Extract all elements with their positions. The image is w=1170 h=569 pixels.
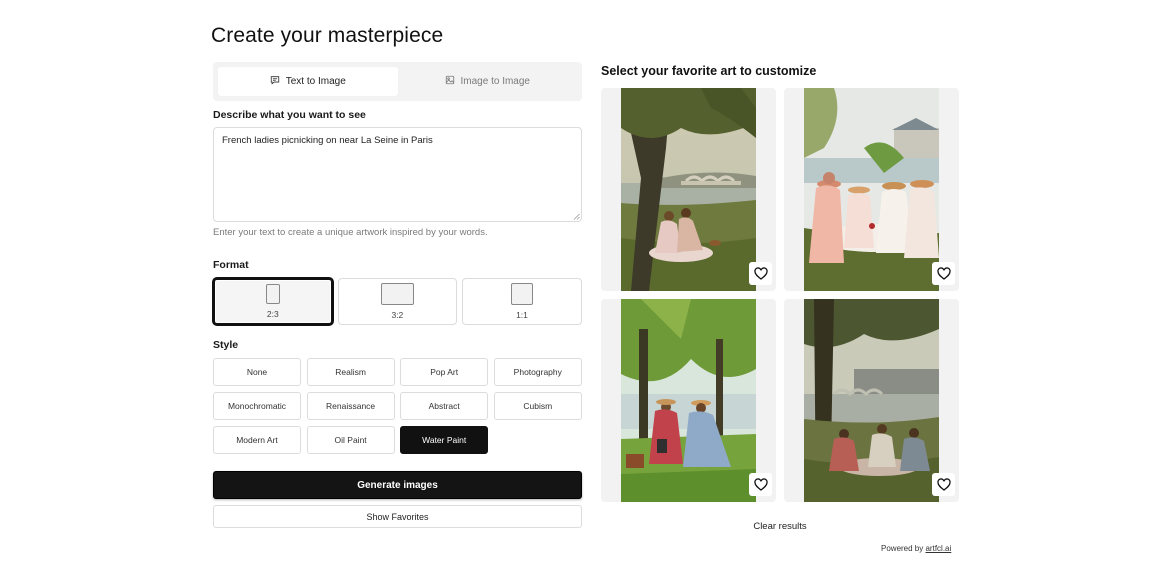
clear-results-button[interactable]: Clear results (730, 521, 830, 532)
heart-icon (936, 477, 951, 491)
tab-image-to-image[interactable]: Image to Image (398, 67, 578, 96)
results-gallery (601, 88, 959, 502)
style-realism-button[interactable]: Realism (306, 358, 395, 386)
favorite-button[interactable] (932, 262, 955, 285)
style-water-paint-button[interactable]: Water Paint (400, 426, 489, 454)
format-option-label: 3:2 (391, 310, 404, 320)
style-pop-art-button[interactable]: Pop Art (400, 358, 489, 386)
powered-by-text: Powered by (881, 544, 924, 553)
artfcl-link[interactable]: artfcl.ai (925, 544, 951, 553)
style-abstract-button[interactable]: Abstract (400, 392, 489, 420)
chat-bubble-icon (270, 75, 280, 88)
style-none-button[interactable]: None (213, 358, 301, 386)
style-renaissance-button[interactable]: Renaissance (306, 392, 395, 420)
format-option-2-3[interactable]: 2:3 (213, 278, 333, 325)
create-panel: Text to Image Image to Image Describe wh… (213, 62, 582, 528)
style-modern-art-button[interactable]: Modern Art (213, 426, 301, 454)
resize-grip-icon[interactable] (573, 213, 580, 220)
favorite-button[interactable] (932, 473, 955, 496)
tab-label: Image to Image (460, 76, 530, 87)
artwork-image[interactable] (621, 299, 756, 502)
artwork-image[interactable] (621, 88, 756, 291)
landscape-shape-icon (380, 283, 414, 305)
page-title: Create your masterpiece (211, 24, 444, 47)
heart-icon (753, 266, 768, 280)
style-options: None Realism Pop Art Photography Monochr… (213, 358, 582, 454)
artwork-image[interactable] (804, 299, 939, 502)
style-monochromatic-button[interactable]: Monochromatic (213, 392, 301, 420)
prompt-label: Describe what you want to see (213, 109, 366, 121)
heart-icon (753, 477, 768, 491)
format-option-label: 1:1 (516, 310, 528, 320)
favorite-button[interactable] (749, 473, 772, 496)
image-icon (445, 75, 455, 88)
prompt-input[interactable]: French ladies picnicking on near La Sein… (213, 127, 582, 222)
style-oil-paint-button[interactable]: Oil Paint (306, 426, 395, 454)
format-options: 2:3 3:2 1:1 (213, 278, 582, 325)
tab-text-to-image[interactable]: Text to Image (218, 67, 398, 96)
format-option-1-1[interactable]: 1:1 (462, 278, 582, 325)
format-option-3-2[interactable]: 3:2 (337, 278, 458, 325)
style-photography-button[interactable]: Photography (493, 358, 582, 386)
format-option-label: 2:3 (266, 309, 279, 319)
mode-tabs: Text to Image Image to Image (213, 62, 582, 101)
result-card[interactable] (784, 88, 959, 291)
square-shape-icon (510, 283, 533, 305)
result-card[interactable] (601, 88, 776, 291)
show-favorites-button[interactable]: Show Favorites (213, 505, 582, 528)
result-card[interactable] (601, 299, 776, 502)
format-label: Format (213, 259, 249, 271)
heart-icon (936, 266, 951, 280)
favorite-button[interactable] (749, 262, 772, 285)
prompt-hint: Enter your text to create a unique artwo… (213, 227, 488, 238)
generate-images-button[interactable]: Generate images (213, 471, 582, 499)
result-card[interactable] (784, 299, 959, 502)
powered-by: Powered by artfcl.ai (881, 544, 951, 553)
artwork-image[interactable] (804, 88, 939, 291)
gallery-title: Select your favorite art to customize (601, 64, 817, 78)
style-cubism-button[interactable]: Cubism (493, 392, 582, 420)
portrait-shape-icon (265, 284, 280, 304)
tab-label: Text to Image (285, 76, 346, 87)
style-label: Style (213, 339, 239, 351)
